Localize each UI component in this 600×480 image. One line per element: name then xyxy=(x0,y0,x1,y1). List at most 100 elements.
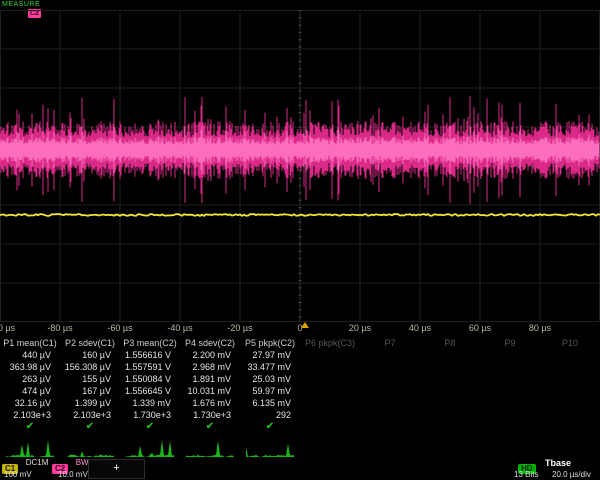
measure-value-cell xyxy=(480,361,540,373)
measure-value-cell: 6.135 mV xyxy=(240,397,300,409)
measure-status-cell xyxy=(420,421,480,433)
measure-value-cell xyxy=(300,361,360,373)
time-axis-label: 20 µs xyxy=(349,323,371,333)
measure-column-header[interactable]: P10 xyxy=(540,337,600,349)
measure-value-cell xyxy=(360,385,420,397)
c1-scale-value: 100 mV xyxy=(4,470,32,479)
measure-value-cell: 363.98 µV xyxy=(0,361,60,373)
time-axis: -100 µs-80 µs-60 µs-40 µs-20 µs020 µs40 … xyxy=(0,323,600,336)
c2-scale-value: 10.0 mV xyxy=(58,470,88,479)
measure-value-cell xyxy=(420,361,480,373)
oscilloscope-screen: MEASURE C2 -100 µs-80 µs-60 µs-40 µs-20 … xyxy=(0,0,600,480)
measure-value-cell xyxy=(360,349,420,361)
measure-value-cell: 1.339 mV xyxy=(120,397,180,409)
measure-value-cell: 1.399 µV xyxy=(60,397,120,409)
measure-value-cell xyxy=(480,397,540,409)
measure-column-header[interactable]: P4 sdev(C2) xyxy=(180,337,240,349)
measure-value-cell: 2.103e+3 xyxy=(0,409,60,421)
measure-status-cell xyxy=(300,421,360,433)
measure-value-cell: 2.103e+3 xyxy=(60,409,120,421)
measure-value-cell: 2.200 mV xyxy=(180,349,240,361)
measure-value-cell xyxy=(480,349,540,361)
measure-value-cell: 1.550084 V xyxy=(120,373,180,385)
measure-status-cell: ✔ xyxy=(0,421,60,433)
measure-value-cell: 33.477 mV xyxy=(240,361,300,373)
measure-value-cell: 160 µV xyxy=(60,349,120,361)
measure-value-cell xyxy=(360,361,420,373)
time-axis-label: 60 µs xyxy=(469,323,491,333)
time-axis-label: -20 µs xyxy=(227,323,252,333)
measure-value-cell xyxy=(420,397,480,409)
time-axis-label: -100 µs xyxy=(0,323,15,333)
measure-column-header[interactable]: P8 xyxy=(420,337,480,349)
measure-value-cell xyxy=(300,385,360,397)
measure-value-cell xyxy=(540,397,600,409)
measure-value-cell xyxy=(420,373,480,385)
measure-value-cell: 1.730e+3 xyxy=(180,409,240,421)
measure-value-cell xyxy=(540,349,600,361)
tbase-label[interactable]: Tbase xyxy=(545,458,571,468)
measurement-histicons xyxy=(6,440,294,457)
measure-value-cell: 59.97 mV xyxy=(240,385,300,397)
measure-value-cell: 1.557591 V xyxy=(120,361,180,373)
measure-status-cell xyxy=(360,421,420,433)
measure-status-cell: ✔ xyxy=(60,421,120,433)
measure-value-cell: 2.968 mV xyxy=(180,361,240,373)
time-axis-label: 40 µs xyxy=(409,323,431,333)
measure-value-cell: 440 µV xyxy=(0,349,60,361)
measure-value-cell: 27.97 mV xyxy=(240,349,300,361)
measure-value-cell xyxy=(300,397,360,409)
measure-value-cell: 1.556616 V xyxy=(120,349,180,361)
measure-value-cell: 25.03 mV xyxy=(240,373,300,385)
measure-value-cell: 167 µV xyxy=(60,385,120,397)
measure-value-cell xyxy=(540,361,600,373)
time-axis-label: -60 µs xyxy=(107,323,132,333)
measure-value-cell: 292 xyxy=(240,409,300,421)
measure-value-cell xyxy=(480,385,540,397)
measure-value-cell xyxy=(300,373,360,385)
time-axis-label: 80 µs xyxy=(529,323,551,333)
measure-value-cell xyxy=(360,397,420,409)
footer: C1 DC1M 100 mV C2 BWL DC1M 10.0 mV + HD … xyxy=(0,457,600,480)
measure-value-cell: 263 µV xyxy=(0,373,60,385)
measure-value-cell xyxy=(300,409,360,421)
measure-status-cell xyxy=(540,421,600,433)
tbase-scale-value: 20.0 µs/div xyxy=(552,470,591,479)
cursor-plus-button[interactable]: + xyxy=(88,459,145,479)
trigger-time-marker[interactable] xyxy=(301,322,309,328)
measure-column-header[interactable]: P2 sdev(C1) xyxy=(60,337,120,349)
measure-value-cell: 1.730e+3 xyxy=(120,409,180,421)
measure-column-header[interactable]: P7 xyxy=(360,337,420,349)
time-axis-label: -40 µs xyxy=(167,323,192,333)
measure-value-cell xyxy=(420,385,480,397)
measure-value-cell: 155 µV xyxy=(60,373,120,385)
measure-status-cell xyxy=(480,421,540,433)
measure-value-cell: 1.556645 V xyxy=(120,385,180,397)
measure-value-cell: 32.16 µV xyxy=(0,397,60,409)
measure-value-cell xyxy=(360,409,420,421)
c2-noise-waveform xyxy=(0,96,599,203)
measure-value-cell xyxy=(540,373,600,385)
measure-column-header[interactable]: P3 mean(C2) xyxy=(120,337,180,349)
measure-value-cell: 1.676 mV xyxy=(180,397,240,409)
measure-column-header[interactable]: P9 xyxy=(480,337,540,349)
measure-value-cell xyxy=(540,409,600,421)
measure-status-cell: ✔ xyxy=(180,421,240,433)
acq-bits-value: 13 Bits xyxy=(514,470,538,479)
measure-value-cell xyxy=(420,409,480,421)
measure-value-cell xyxy=(480,373,540,385)
measure-column-header[interactable]: P6 pkpk(C3) xyxy=(300,337,360,349)
measure-status-cell: ✔ xyxy=(120,421,180,433)
measurement-table: P1 mean(C1)P2 sdev(C1)P3 mean(C2)P4 sdev… xyxy=(0,337,600,433)
measure-value-cell: 474 µV xyxy=(0,385,60,397)
measure-value-cell: 156.308 µV xyxy=(60,361,120,373)
measure-value-cell: 1.891 mV xyxy=(180,373,240,385)
measure-value-cell xyxy=(420,349,480,361)
measure-value-cell xyxy=(300,349,360,361)
measure-status-cell: ✔ xyxy=(240,421,300,433)
time-axis-label: -80 µs xyxy=(47,323,72,333)
c1-flat-waveform xyxy=(0,214,600,216)
measure-column-header[interactable]: P1 mean(C1) xyxy=(0,337,60,349)
c1-coupling-label: DC1M xyxy=(26,458,49,468)
measure-column-header[interactable]: P5 pkpk(C2) xyxy=(240,337,300,349)
